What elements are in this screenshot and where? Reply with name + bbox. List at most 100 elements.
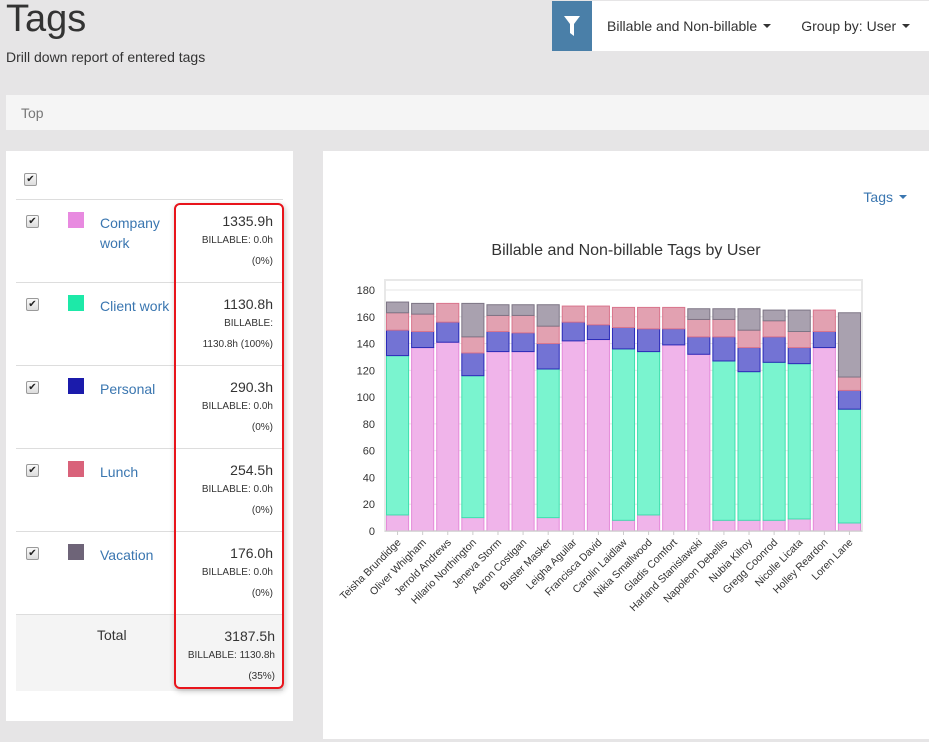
bar-segment bbox=[411, 331, 435, 349]
tag-hours: 176.0h bbox=[230, 545, 273, 561]
tag-values: 176.0h BILLABLE: 0.0h (0%) bbox=[163, 544, 273, 604]
bar-segment bbox=[536, 304, 560, 327]
tag-checkbox[interactable]: ✔ bbox=[26, 298, 39, 311]
tag-hours: 254.5h bbox=[230, 462, 273, 478]
bar-segment bbox=[386, 329, 410, 357]
select-all-checkbox[interactable]: ✔ bbox=[24, 173, 37, 186]
tag-color-swatch bbox=[68, 544, 84, 560]
bar-segment bbox=[586, 305, 610, 326]
bar-segment bbox=[411, 302, 435, 315]
bar-segment bbox=[561, 305, 585, 323]
bar-segment bbox=[737, 371, 761, 521]
tag-billable-pct: (0%) bbox=[251, 505, 273, 516]
y-tick-label: 60 bbox=[363, 446, 375, 458]
y-tick-label: 140 bbox=[357, 339, 375, 351]
bar-segment bbox=[787, 363, 811, 520]
bar-segment bbox=[386, 312, 410, 331]
tag-checkbox[interactable]: ✔ bbox=[26, 464, 39, 477]
bar-segment bbox=[637, 306, 661, 330]
bar-segment bbox=[561, 340, 585, 532]
bar-segment bbox=[461, 336, 485, 354]
tag-row-lunch: ✔ Lunch 254.5h BILLABLE: 0.0h (0%) bbox=[16, 448, 283, 531]
bar-segment bbox=[762, 361, 786, 521]
bar-segment bbox=[762, 336, 786, 363]
total-values: 3187.5h BILLABLE: 1130.8h (35%) bbox=[145, 627, 275, 687]
tag-checkbox[interactable]: ✔ bbox=[26, 547, 39, 560]
bar-segment bbox=[637, 351, 661, 516]
bar-segment bbox=[712, 308, 736, 320]
chart-tags-dropdown-label: Tags bbox=[863, 189, 893, 205]
tag-billable-pct: 1130.8h (100%) bbox=[202, 339, 273, 350]
bar-segment bbox=[411, 347, 435, 532]
bar-segment bbox=[536, 343, 560, 370]
tag-billable: BILLABLE: 0.0h bbox=[201, 567, 273, 578]
chevron-down-icon bbox=[902, 24, 911, 28]
bar-segment bbox=[486, 351, 510, 532]
total-billable: BILLABLE: 1130.8h bbox=[187, 650, 275, 661]
chart-tags-dropdown[interactable]: Tags bbox=[863, 189, 907, 205]
tag-checkbox[interactable]: ✔ bbox=[26, 215, 39, 228]
bar-segment bbox=[812, 331, 836, 349]
bar-segment bbox=[511, 351, 535, 532]
bar-segment bbox=[662, 344, 686, 532]
filter-button[interactable] bbox=[552, 1, 592, 51]
bar-segment bbox=[536, 325, 560, 345]
bar-segment bbox=[461, 302, 485, 338]
tags-table-panel: ✔ ✔ Company work 1335.9h BILLABLE: 0.0h … bbox=[6, 151, 293, 721]
breadcrumb-item-top[interactable]: Top bbox=[21, 105, 44, 121]
total-row: Total 3187.5h BILLABLE: 1130.8h (35%) bbox=[16, 614, 283, 691]
bar-segment bbox=[486, 314, 510, 333]
group-by-dropdown[interactable]: Group by: User bbox=[801, 18, 911, 34]
bar-segment bbox=[637, 514, 661, 532]
bar-segment bbox=[812, 309, 836, 333]
bar-segment bbox=[411, 313, 435, 333]
y-tick-label: 80 bbox=[363, 419, 375, 431]
bar-segment bbox=[837, 522, 861, 532]
tag-billable: BILLABLE: bbox=[224, 318, 273, 329]
bar-segment bbox=[687, 336, 711, 355]
tag-hours: 290.3h bbox=[230, 379, 273, 395]
bar-segment bbox=[712, 318, 736, 338]
tag-hours: 1130.8h bbox=[223, 296, 273, 312]
bar-segment bbox=[536, 517, 560, 532]
tag-color-swatch bbox=[68, 378, 84, 394]
tag-values: 290.3h BILLABLE: 0.0h (0%) bbox=[163, 378, 273, 438]
bar-segment bbox=[837, 389, 861, 410]
bar-segment bbox=[611, 306, 636, 328]
tag-color-swatch bbox=[68, 212, 84, 228]
billable-filter-dropdown[interactable]: Billable and Non-billable bbox=[607, 18, 772, 34]
bar-segment bbox=[611, 348, 636, 521]
bar-segment bbox=[486, 304, 510, 316]
tag-values: 1130.8h BILLABLE: 1130.8h (100%) bbox=[163, 295, 273, 355]
bar-segment bbox=[461, 352, 485, 377]
stacked-bar-chart: 020406080100120140160180Teisha Brundidge… bbox=[338, 279, 863, 614]
breadcrumb: Top bbox=[6, 95, 929, 130]
bar-segment bbox=[712, 360, 736, 521]
bar-segment bbox=[386, 355, 410, 516]
bar-segment bbox=[762, 519, 786, 532]
tag-row-personal: ✔ Personal 290.3h BILLABLE: 0.0h (0%) bbox=[16, 365, 283, 448]
bar-segment bbox=[787, 331, 811, 349]
bar-segment bbox=[687, 308, 711, 320]
y-tick-label: 0 bbox=[369, 526, 375, 538]
tag-color-swatch bbox=[68, 295, 84, 311]
y-tick-label: 20 bbox=[363, 499, 375, 511]
group-by-label: Group by: User bbox=[801, 18, 897, 34]
tag-hours: 1335.9h bbox=[222, 213, 273, 229]
tag-checkbox[interactable]: ✔ bbox=[26, 381, 39, 394]
bar-segment bbox=[737, 519, 761, 532]
page-title: Tags bbox=[6, 0, 87, 40]
bar-segment bbox=[536, 368, 560, 519]
tag-color-swatch bbox=[68, 461, 84, 477]
tag-billable: BILLABLE: 0.0h bbox=[201, 401, 273, 412]
bar-segment bbox=[586, 324, 610, 341]
tag-billable: BILLABLE: 0.0h bbox=[201, 484, 273, 495]
billable-filter-label: Billable and Non-billable bbox=[607, 18, 758, 34]
bar-segment bbox=[586, 339, 610, 532]
tag-billable-pct: (0%) bbox=[251, 256, 273, 267]
y-tick-label: 40 bbox=[363, 472, 375, 484]
bar-segment bbox=[637, 328, 661, 353]
page-subtitle: Drill down report of entered tags bbox=[6, 49, 206, 65]
bar-segment bbox=[561, 321, 585, 342]
bar-segment bbox=[712, 336, 736, 362]
